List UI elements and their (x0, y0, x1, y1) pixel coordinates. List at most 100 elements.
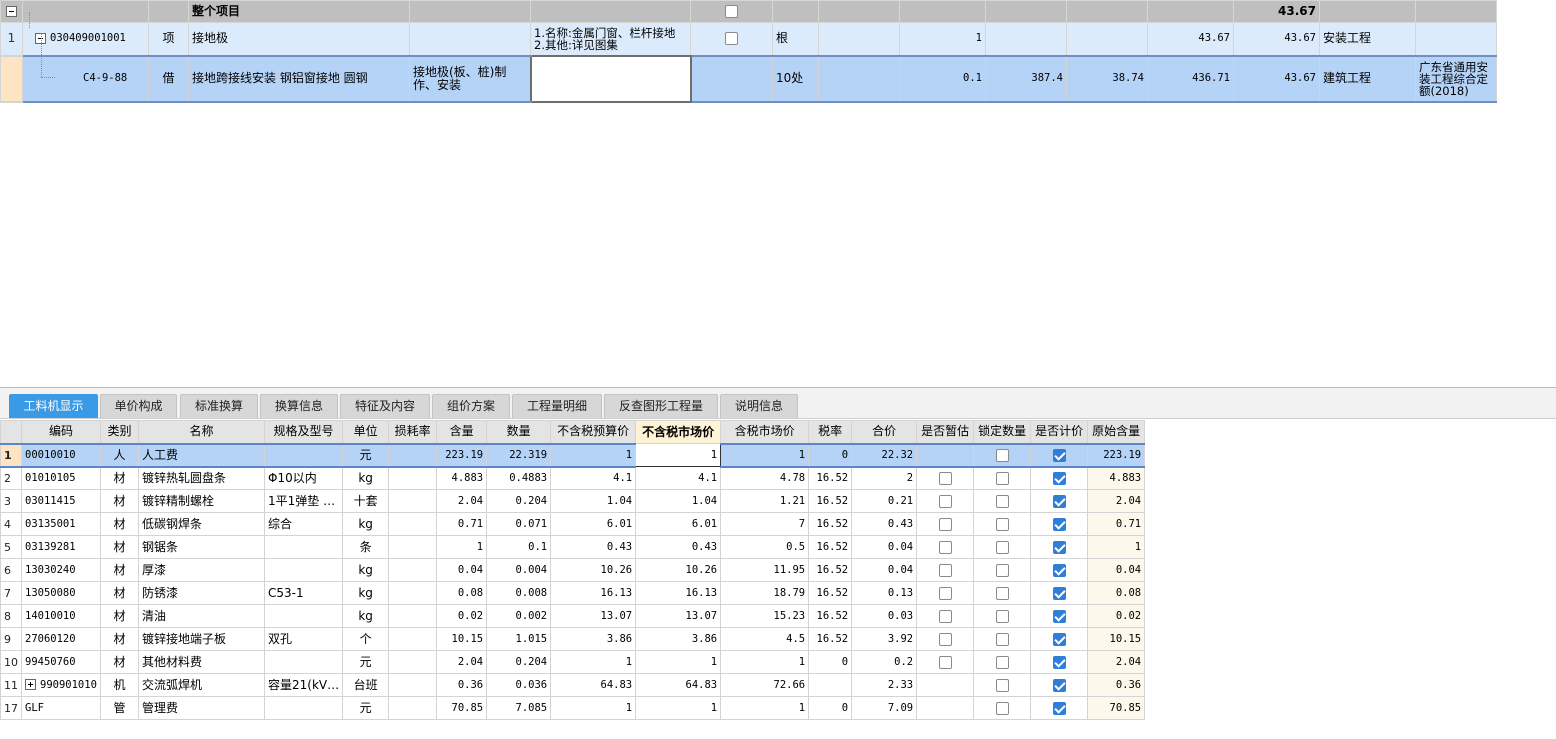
tax-market-price-cell[interactable]: 18.79 (720, 581, 810, 605)
lock-qty-cell[interactable] (973, 627, 1032, 651)
tree-row-item[interactable]: 1 030409001001 项 接地极 1.名称:金属门窗、栏杆接地 2.其他… (0, 22, 1497, 56)
col-header[interactable]: 不含税预算价 (550, 420, 637, 444)
cell[interactable] (818, 0, 900, 23)
total-cell[interactable]: 0.43 (851, 512, 918, 536)
checkbox[interactable] (938, 540, 952, 554)
quantity-cell[interactable]: 7.085 (486, 696, 552, 720)
col-header[interactable]: 含量 (436, 420, 488, 444)
quantity-cell[interactable]: 22.319 (486, 442, 552, 468)
checkbox[interactable] (1052, 632, 1066, 646)
content-cell[interactable]: 4.883 (436, 466, 488, 490)
budget-price-cell[interactable]: 1 (550, 442, 637, 468)
total-cell[interactable]: 22.32 (851, 442, 918, 468)
category-cell[interactable]: 材 (100, 466, 139, 490)
checkbox[interactable] (725, 5, 738, 18)
name-cell[interactable]: 整个项目 (188, 0, 410, 23)
code-cell[interactable] (22, 0, 149, 23)
checkbox[interactable] (1052, 448, 1066, 462)
market-price-cell[interactable]: 16.13 (635, 581, 722, 605)
checkbox[interactable] (938, 563, 952, 577)
original-content-cell[interactable]: 10.15 (1087, 627, 1146, 651)
priced-cell[interactable] (1030, 535, 1089, 559)
category-cell[interactable]: 安装工程 (1319, 22, 1416, 56)
quantity-cell[interactable]: 0.4883 (486, 466, 552, 490)
qty-cell[interactable] (899, 0, 986, 23)
spec-cell[interactable]: 综合 (263, 512, 344, 536)
feature-cell[interactable] (530, 0, 691, 23)
col-header[interactable]: 原始含量 (1087, 420, 1146, 444)
market-price-cell[interactable]: 6.01 (635, 512, 722, 536)
checkbox[interactable] (995, 517, 1009, 531)
content-cell[interactable]: 0.08 (436, 581, 488, 605)
tax-rate-cell[interactable] (808, 673, 853, 697)
table-row[interactable]: 6 13030240 材 厚漆 kg 0.04 0.004 10.26 10.2… (0, 558, 1146, 582)
tax-rate-cell[interactable]: 16.52 (808, 627, 853, 651)
unit-cell[interactable]: 元 (342, 442, 390, 468)
name-cell[interactable]: 其他材料费 (138, 650, 265, 674)
spec-cell[interactable] (263, 650, 344, 674)
name-cell[interactable]: 交流弧焊机 (138, 673, 265, 697)
priced-cell[interactable] (1030, 512, 1089, 536)
lock-qty-cell[interactable] (973, 512, 1032, 536)
original-content-cell[interactable]: 0.04 (1087, 558, 1146, 582)
estimate-cell[interactable] (916, 442, 975, 468)
total-cell[interactable]: 0.04 (851, 535, 918, 559)
unit-cell[interactable]: 根 (772, 22, 819, 56)
name-cell[interactable]: 镀锌接地端子板 (138, 627, 265, 651)
code-cell[interactable]: 99450760 (21, 650, 101, 674)
priced-cell[interactable] (1030, 489, 1089, 513)
col-header[interactable]: 数量 (486, 420, 552, 444)
table-row[interactable]: 11 990901010 机 交流弧焊机 容量21(kV… 台班 0.36 0.… (0, 673, 1146, 697)
price-cell[interactable]: 387.4 (985, 54, 1067, 103)
priced-cell[interactable] (1030, 696, 1089, 720)
col-header[interactable]: 类别 (100, 420, 139, 444)
tax-rate-cell[interactable]: 16.52 (808, 489, 853, 513)
category-cell[interactable]: 材 (100, 650, 139, 674)
tax-market-price-cell[interactable]: 4.5 (720, 627, 810, 651)
col-header-selected[interactable]: 不含税市场价 (635, 420, 722, 444)
tax-rate-cell[interactable]: 16.52 (808, 604, 853, 628)
priced-cell[interactable] (1030, 466, 1089, 490)
name-cell[interactable]: 接地跨接线安装 钢铝窗接地 圆钢 (188, 54, 410, 103)
content-cell[interactable]: 0.36 (436, 673, 488, 697)
checkbox[interactable] (1052, 701, 1066, 715)
spec-cell[interactable] (263, 558, 344, 582)
market-price-cell[interactable]: 1.04 (635, 489, 722, 513)
feature-edit-cell[interactable] (529, 54, 692, 103)
quantity-cell[interactable]: 1.015 (486, 627, 552, 651)
checkbox-cell[interactable] (690, 0, 773, 23)
cell[interactable] (985, 22, 1067, 56)
total-cell[interactable]: 43.67 (1233, 0, 1320, 23)
checkbox[interactable] (938, 586, 952, 600)
checkbox[interactable] (995, 448, 1009, 462)
loss-cell[interactable] (388, 696, 438, 720)
category-cell[interactable]: 建筑工程 (1319, 54, 1416, 103)
checkbox[interactable] (1052, 563, 1066, 577)
code-cell[interactable]: 00010010 (21, 442, 101, 468)
tax-market-price-cell[interactable]: 0.5 (720, 535, 810, 559)
estimate-cell[interactable] (916, 604, 975, 628)
category-cell[interactable]: 材 (100, 581, 139, 605)
tab-standard-conversion[interactable]: 标准换算 (180, 394, 258, 418)
priced-cell[interactable] (1030, 558, 1089, 582)
checkbox[interactable] (995, 655, 1009, 669)
original-content-cell[interactable]: 0.71 (1087, 512, 1146, 536)
checkbox[interactable] (995, 586, 1009, 600)
total-cell[interactable]: 0.21 (851, 489, 918, 513)
quantity-cell[interactable]: 0.004 (486, 558, 552, 582)
market-price-cell[interactable]: 1 (635, 443, 722, 467)
budget-price-cell[interactable]: 1 (550, 696, 637, 720)
content-cell[interactable]: 1 (436, 535, 488, 559)
table-row[interactable]: 2 01010105 材 镀锌热轧圆盘条 Φ10以内 kg 4.883 0.48… (0, 466, 1146, 490)
tax-rate-cell[interactable]: 16.52 (808, 512, 853, 536)
content-cell[interactable]: 70.85 (436, 696, 488, 720)
budget-price-cell[interactable]: 16.13 (550, 581, 637, 605)
checkbox[interactable] (1052, 678, 1066, 692)
cell[interactable] (1066, 0, 1148, 23)
checkbox[interactable] (995, 632, 1009, 646)
unit-cell[interactable]: kg (342, 604, 390, 628)
tax-market-price-cell[interactable]: 7 (720, 512, 810, 536)
cell[interactable]: 436.71 (1147, 54, 1234, 103)
checkbox[interactable] (938, 494, 952, 508)
cell[interactable]: 43.67 (1147, 22, 1234, 56)
